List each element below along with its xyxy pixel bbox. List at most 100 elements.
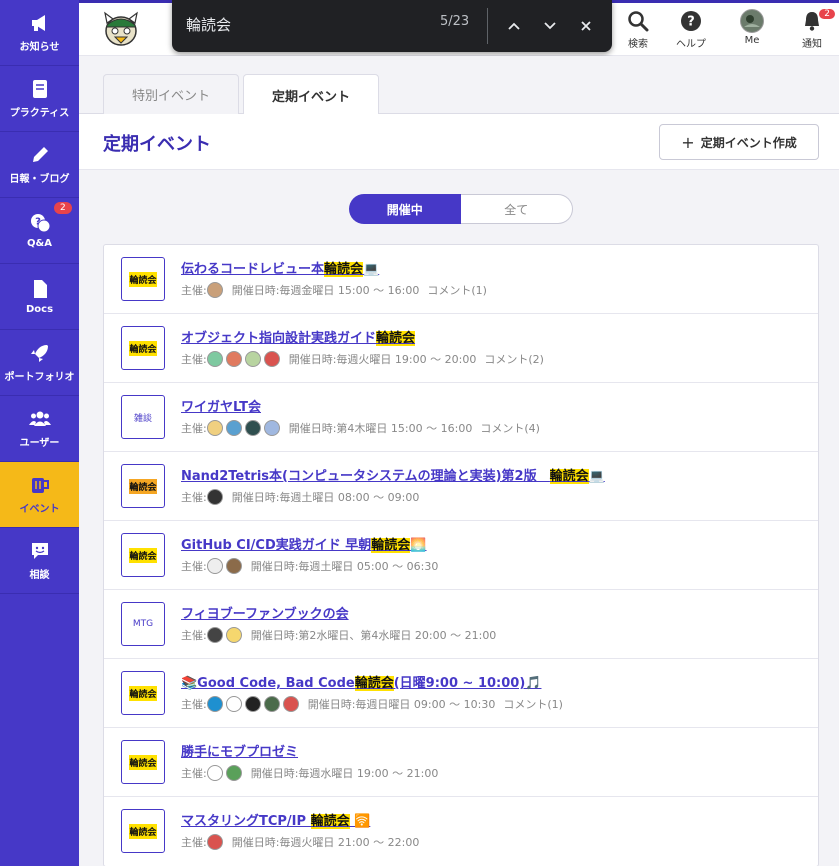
sidebar-item-label: イベント <box>19 504 60 515</box>
event-title-link[interactable]: 📚Good Code, Bad Code輪読会(日曜9:00 ~ 10:00)🎵 <box>181 672 541 691</box>
event-title-link[interactable]: GitHub CI/CD実践ガイド 早朝輪読会🌅 <box>181 534 427 553</box>
sidebar-item-label: ポートフォリオ <box>4 372 75 383</box>
event-thumbnail[interactable]: 雑談 <box>121 395 165 439</box>
organizer-avatar[interactable] <box>244 420 261 436</box>
event-thumbnail[interactable]: 輪読会 <box>121 809 165 853</box>
find-input[interactable] <box>186 12 426 36</box>
event-thumbnail[interactable]: 輪読会 <box>121 671 165 715</box>
event-title-link[interactable]: ワイガヤLT会 <box>181 396 261 415</box>
notification-badge: 2 <box>819 9 835 19</box>
event-title-link[interactable]: フィヨブーファンブックの会 <box>181 603 349 622</box>
event-title-link[interactable]: 勝手にモブプロゼミ <box>181 741 298 760</box>
organizer-avatar[interactable] <box>263 420 280 436</box>
event-thumbnail[interactable]: 輪読会 <box>121 257 165 301</box>
help-button[interactable]: ? ヘルプ <box>666 9 716 55</box>
sidebar-item-3[interactable]: ? Q&A 2 <box>0 198 79 264</box>
sidebar-item-4[interactable]: Docs <box>0 264 79 330</box>
sidebar-item-2[interactable]: 日報・ブログ <box>0 132 79 198</box>
organizer-avatar[interactable] <box>225 696 242 712</box>
comment-count: コメント(2) <box>484 353 544 366</box>
organizer-avatar[interactable] <box>263 351 280 367</box>
organizer-avatar[interactable] <box>206 765 223 781</box>
comment-count: コメント(1) <box>427 284 487 297</box>
organizer-avatar[interactable] <box>206 558 223 574</box>
sidebar-item-0[interactable]: お知らせ <box>0 0 79 66</box>
organizer-avatar[interactable] <box>206 420 223 436</box>
find-previous-button[interactable] <box>502 14 526 38</box>
organizer-label: 主催: <box>181 560 207 573</box>
event-meta: 主催: 開催日時:第4木曜日 15:00 〜 16:00 コメント(4) <box>181 419 540 437</box>
thumbnail-label: 輪読会 <box>129 754 157 770</box>
organizer-avatar[interactable] <box>263 696 280 712</box>
organizer-avatar[interactable] <box>206 627 223 643</box>
sidebar-item-1[interactable]: プラクティス <box>0 66 79 132</box>
find-next-button[interactable] <box>538 14 562 38</box>
thumbnail-label: MTG <box>132 619 154 629</box>
organizer-avatar[interactable] <box>206 834 223 850</box>
event-title-suffix: 🌅 <box>410 538 427 553</box>
me-button[interactable]: Me <box>727 9 777 55</box>
event-schedule: 開催日時:毎週土曜日 05:00 〜 06:30 <box>250 560 439 573</box>
user-avatar <box>740 9 764 33</box>
organizer-avatar[interactable] <box>225 420 242 436</box>
find-close-button[interactable] <box>574 14 598 38</box>
organizer-avatar[interactable] <box>206 351 223 367</box>
organizer-avatar[interactable] <box>244 351 261 367</box>
event-schedule: 開催日時:毎週水曜日 19:00 〜 21:00 <box>250 767 439 780</box>
event-meta: 主催: 開催日時:毎週土曜日 05:00 〜 06:30 <box>181 557 438 575</box>
event-thumbnail[interactable]: 輪読会 <box>121 740 165 784</box>
event-title-text: GitHub CI/CD実践ガイド 早朝 <box>181 538 372 553</box>
search-icon <box>626 9 650 33</box>
event-title-text: Nand2Tetris本(コンピュータシステムの理論と実装)第2版 <box>181 469 550 484</box>
event-row: 輪読会 勝手にモブプロゼミ 主催: 開催日時:毎週水曜日 19:00 〜 21:00 <box>104 728 818 797</box>
search-button[interactable]: 検索 <box>613 9 663 55</box>
event-meta: 主催: 開催日時:毎週火曜日 21:00 〜 22:00 <box>181 833 419 851</box>
event-schedule: 開催日時:毎週金曜日 15:00 〜 16:00 <box>231 284 420 297</box>
organizer-label: 主催: <box>181 422 207 435</box>
sidebar-item-label: Q&A <box>27 238 52 249</box>
organizer-avatar[interactable] <box>225 558 242 574</box>
event-title-link[interactable]: オブジェクト指向設計実践ガイド輪読会 <box>181 327 416 346</box>
search-label: 検索 <box>628 39 648 50</box>
organizer-avatar[interactable] <box>282 696 299 712</box>
sidebar-item-6[interactable]: ユーザー <box>0 396 79 462</box>
filter-all-button[interactable]: 全て <box>460 194 573 224</box>
event-tabs: 特別イベント 定期イベント <box>79 56 839 115</box>
event-thumbnail[interactable]: 輪読会 <box>121 464 165 508</box>
sidebar-item-label: プラクティス <box>9 108 70 119</box>
event-schedule: 開催日時:毎週火曜日 21:00 〜 22:00 <box>231 836 420 849</box>
event-title-text: オブジェクト指向設計実践ガイド <box>181 331 377 346</box>
event-thumbnail[interactable]: MTG <box>121 602 165 646</box>
filter-active-button[interactable]: 開催中 <box>349 194 461 224</box>
organizer-avatar[interactable] <box>206 696 223 712</box>
sidebar-item-8[interactable]: 相談 <box>0 528 79 594</box>
create-regular-event-button[interactable]: + 定期イベント作成 <box>659 124 819 160</box>
organizer-avatar[interactable] <box>206 282 223 298</box>
event-title-link[interactable]: Nand2Tetris本(コンピュータシステムの理論と実装)第2版 輪読会💻 <box>181 465 605 484</box>
search-highlight: 輪読会 <box>376 331 416 346</box>
app-logo[interactable] <box>101 9 141 49</box>
organizer-avatar[interactable] <box>244 696 261 712</box>
create-button-label: 定期イベント作成 <box>700 135 797 150</box>
organizer-avatar[interactable] <box>225 627 242 643</box>
organizer-avatar[interactable] <box>206 489 223 505</box>
tab-regular-events[interactable]: 定期イベント <box>243 74 379 115</box>
event-row: 輪読会 伝わるコードレビュー本輪読会💻 主催: 開催日時:毎週金曜日 15:00 〜 … <box>104 245 818 314</box>
event-schedule: 開催日時:毎週日曜日 09:00 〜 10:30 <box>307 698 496 711</box>
notification-button[interactable]: 2 通知 <box>787 9 837 55</box>
sidebar-item-label: 日報・ブログ <box>9 174 70 185</box>
sidebar-item-5[interactable]: ポートフォリオ <box>0 330 79 396</box>
event-title-link[interactable]: マスタリングTCP/IP 輪読会 🛜 <box>181 810 370 829</box>
event-title-link[interactable]: 伝わるコードレビュー本輪読会💻 <box>181 258 379 277</box>
organizer-avatar[interactable] <box>225 765 242 781</box>
event-thumbnail[interactable]: 輪読会 <box>121 533 165 577</box>
event-row: 輪読会 オブジェクト指向設計実践ガイド輪読会 主催: 開催日時:毎週火曜日 19:00… <box>104 314 818 383</box>
comment-count: コメント(4) <box>480 422 540 435</box>
organizer-avatar[interactable] <box>225 351 242 367</box>
tab-special-events[interactable]: 特別イベント <box>103 74 239 114</box>
plus-icon: + <box>681 132 695 152</box>
event-thumbnail[interactable]: 輪読会 <box>121 326 165 370</box>
organizer-label: 主催: <box>181 836 207 849</box>
sidebar-item-7[interactable]: イベント <box>0 462 79 528</box>
thumbnail-label: 輪読会 <box>129 547 157 563</box>
